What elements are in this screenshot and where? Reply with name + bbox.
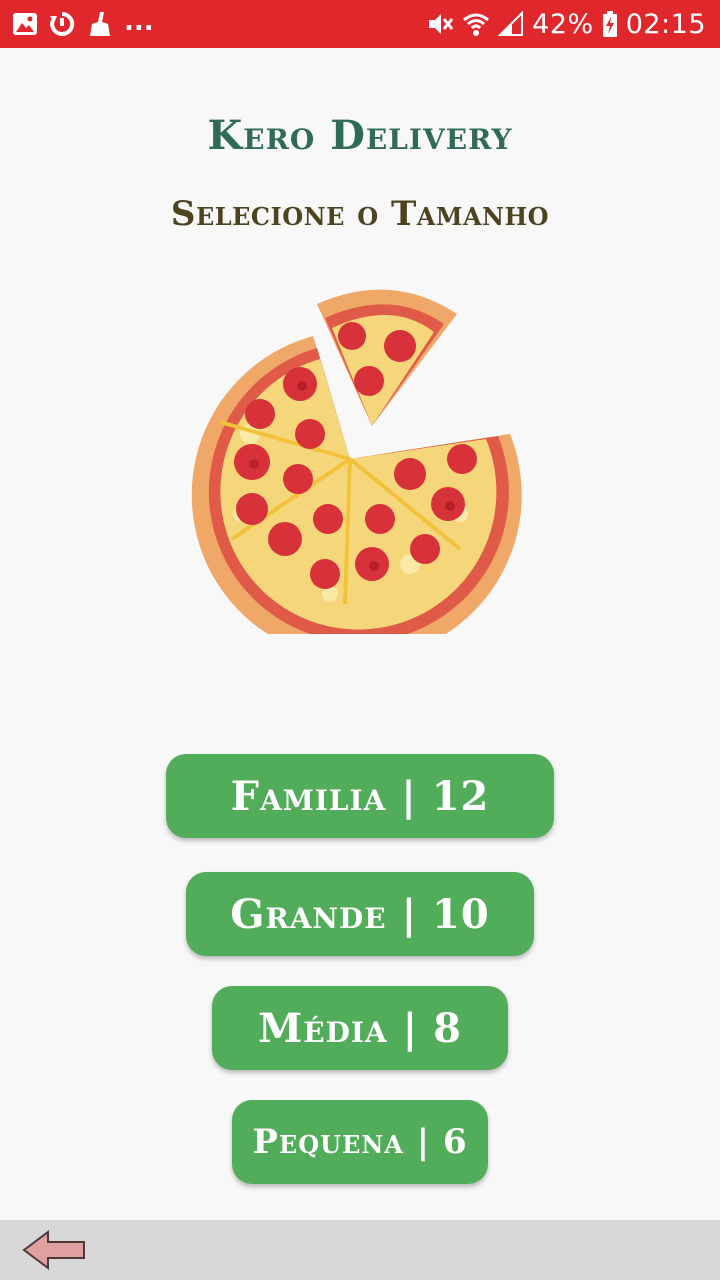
app-title: Kero Delivery xyxy=(207,112,513,159)
notification-overflow: ... xyxy=(124,7,154,37)
battery-percent: 42% xyxy=(532,8,594,40)
mute-icon xyxy=(426,10,454,38)
status-bar-left: ... xyxy=(12,0,154,48)
back-arrow-icon xyxy=(22,1230,85,1270)
cleaner-icon xyxy=(86,10,114,38)
back-button[interactable] xyxy=(20,1228,90,1272)
clock: 02:15 xyxy=(625,8,706,40)
size-button-media[interactable]: Média | 8 xyxy=(212,986,508,1070)
bottom-bar xyxy=(0,1220,720,1280)
page-subtitle: Selecione o Tamanho xyxy=(170,194,550,234)
size-button-grande[interactable]: Grande | 10 xyxy=(186,872,534,956)
size-button-familia[interactable]: Familia | 12 xyxy=(166,754,554,838)
pizza-icon xyxy=(180,284,530,661)
sync-icon xyxy=(48,10,76,38)
gallery-icon xyxy=(12,11,38,37)
status-bar-right: 42% 02:15 xyxy=(426,0,706,48)
size-button-pequena[interactable]: Pequena | 6 xyxy=(232,1100,488,1184)
signal-icon xyxy=(498,11,524,37)
status-bar: ... 42% 02:15 xyxy=(0,0,720,48)
battery-icon xyxy=(602,10,618,38)
wifi-icon xyxy=(462,10,490,38)
